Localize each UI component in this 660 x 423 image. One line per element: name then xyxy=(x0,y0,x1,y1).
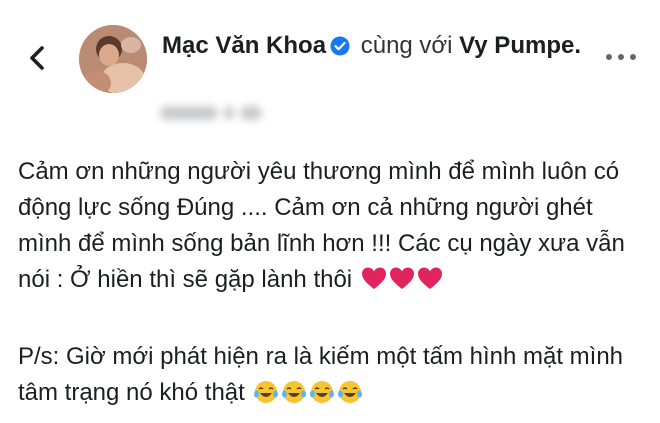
verified-badge-icon xyxy=(330,32,350,66)
red-heart-emoji xyxy=(417,266,443,303)
avatar-photo xyxy=(79,25,147,93)
blurred-timestamp xyxy=(160,103,264,123)
laughing-tears-emoji xyxy=(337,379,363,416)
with-text: cùng với xyxy=(360,32,453,59)
post-paragraph: P/s: Giờ mới phát hiện ra là kiếm một tấ… xyxy=(18,339,648,416)
post-body: Cảm ơn những người yêu thương mình để mì… xyxy=(18,154,648,416)
more-options-icon xyxy=(606,54,636,60)
author-name-link[interactable]: Mạc Văn Khoa xyxy=(162,32,326,59)
more-options-button[interactable] xyxy=(603,47,639,67)
laughing-tears-emoji xyxy=(281,379,307,416)
back-button[interactable] xyxy=(22,40,54,76)
post-paragraph: Cảm ơn những người yêu thương mình để mì… xyxy=(18,154,648,303)
red-heart-emoji xyxy=(361,266,387,303)
tagged-user-link[interactable]: Vy Pumpe. xyxy=(459,32,581,59)
red-heart-emoji xyxy=(389,266,415,303)
author-avatar[interactable] xyxy=(79,25,147,93)
post-paragraph-text: Cảm ơn những người yêu thương mình để mì… xyxy=(18,158,625,293)
post-header: Mạc Văn Khoa cùng với Vy Pumpe. xyxy=(162,29,582,66)
chevron-left-icon xyxy=(30,46,44,70)
laughing-tears-emoji xyxy=(253,379,279,416)
laughing-tears-emoji xyxy=(309,379,335,416)
